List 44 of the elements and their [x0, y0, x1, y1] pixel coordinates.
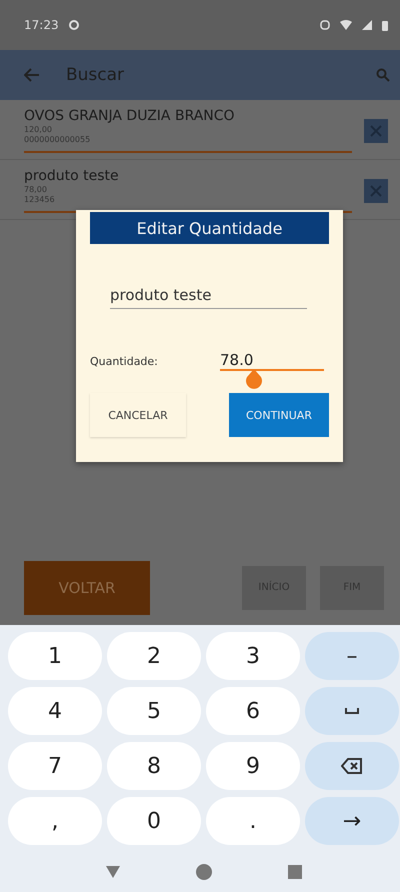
key[interactable]: 9 — [206, 742, 300, 790]
home-nav-icon[interactable] — [196, 864, 212, 880]
cursor-handle-icon[interactable] — [244, 369, 264, 391]
key[interactable]: 7 — [8, 742, 102, 790]
key[interactable]: . — [206, 797, 300, 845]
search-icon[interactable] — [376, 68, 390, 82]
backspace-icon — [341, 758, 363, 774]
space-icon — [345, 707, 359, 715]
product-field[interactable]: produto teste — [110, 286, 307, 309]
cancel-button[interactable]: CANCELAR — [90, 393, 186, 437]
key[interactable]: 1 — [8, 632, 102, 680]
key[interactable]: 0 — [107, 797, 201, 845]
app-bar-title: Buscar — [66, 65, 124, 85]
status-time: 17:23 — [24, 18, 59, 32]
key[interactable]: – — [305, 632, 399, 680]
back-arrow-icon[interactable] — [24, 68, 40, 82]
key[interactable]: 5 — [107, 687, 201, 735]
dialog-title: Editar Quantidade — [90, 212, 329, 244]
signal-icon — [362, 20, 372, 30]
key[interactable]: , — [8, 797, 102, 845]
key[interactable]: → — [305, 797, 399, 845]
backspace-key[interactable] — [305, 742, 399, 790]
key[interactable]: 3 — [206, 632, 300, 680]
quantity-label: Quantidade: — [90, 354, 159, 368]
delete-button[interactable] — [364, 178, 388, 202]
product-name: produto teste — [24, 168, 120, 184]
product-code: 0000000000055 — [24, 135, 92, 144]
notification-icon — [68, 20, 79, 30]
product-name: OVOS GRANJA DUZIA BRANCO — [24, 108, 236, 124]
close-icon — [370, 184, 382, 196]
close-icon — [370, 124, 382, 136]
battery-icon — [382, 20, 388, 30]
wifi-icon — [340, 20, 352, 30]
key[interactable]: 8 — [107, 742, 201, 790]
key[interactable]: 4 — [8, 687, 102, 735]
key[interactable]: 2 — [107, 632, 201, 680]
product-quantity: 120,00 — [24, 125, 53, 134]
continue-button[interactable]: CONTINUAR — [229, 393, 329, 437]
key[interactable]: 6 — [206, 687, 300, 735]
delete-button[interactable] — [364, 118, 388, 142]
product-quantity: 78,00 — [24, 185, 48, 194]
product-code: 123456 — [24, 195, 56, 204]
back-nav-icon[interactable] — [106, 866, 120, 878]
quantity-field[interactable]: 78.0 — [220, 351, 324, 371]
